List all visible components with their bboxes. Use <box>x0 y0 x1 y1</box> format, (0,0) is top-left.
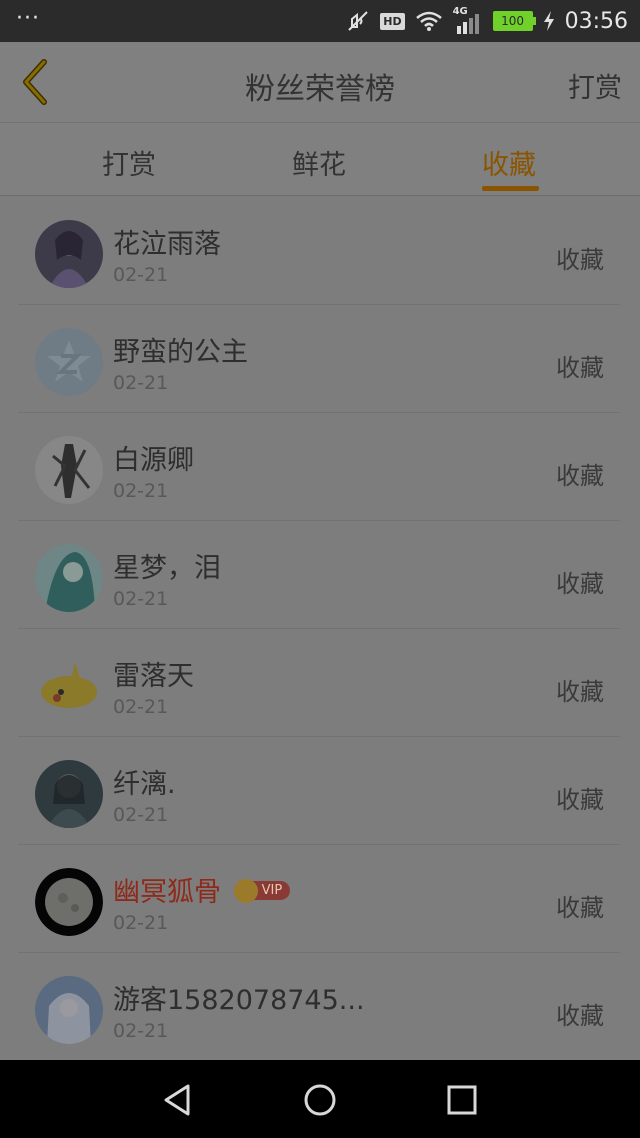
action-label: 收藏 <box>556 678 604 706</box>
date: 02-21 <box>113 264 169 286</box>
system-nav-bar <box>0 1060 640 1138</box>
fan-list: 花泣雨落 02-21 收藏 野蛮的公主 02-21 收藏 白源卿 02-21 收… <box>0 196 640 1060</box>
hd-icon: HD <box>380 12 405 30</box>
username: 白源卿 <box>113 445 194 476</box>
username: 雷落天 <box>113 661 194 692</box>
recents-square-icon <box>447 1085 477 1115</box>
action-label: 收藏 <box>556 894 604 922</box>
date: 02-21 <box>113 696 169 718</box>
avatar <box>35 220 103 288</box>
charging-icon <box>543 11 554 31</box>
list-item[interactable]: 游客1582078745... 02-21 收藏 <box>18 952 620 1060</box>
username-text: 幽冥狐骨 <box>113 877 221 908</box>
reward-button[interactable]: 打赏 <box>568 66 622 105</box>
crown-icon <box>233 878 258 903</box>
nav-home-button[interactable] <box>300 1080 340 1120</box>
home-circle-icon <box>304 1084 336 1116</box>
wifi-icon <box>415 11 442 31</box>
tab-flowers[interactable]: 鲜花 <box>292 143 346 182</box>
list-item[interactable]: 星梦，泪 02-21 收藏 <box>18 520 620 629</box>
list-item[interactable]: 白源卿 02-21 收藏 <box>18 412 620 521</box>
list-item[interactable]: 纤漓. 02-21 收藏 <box>18 736 620 845</box>
notification-overflow: ··· <box>16 6 40 31</box>
cellular-signal-icon: 4G <box>453 6 483 36</box>
action-label: 收藏 <box>556 786 604 814</box>
avatar <box>35 328 103 396</box>
username: 游客1582078745... <box>113 985 365 1016</box>
muted-vibrate-icon <box>348 11 368 31</box>
active-tab-indicator <box>482 186 539 191</box>
username: 野蛮的公主 <box>113 337 248 368</box>
action-label: 收藏 <box>556 246 604 274</box>
avatar <box>35 760 103 828</box>
list-item[interactable]: 花泣雨落 02-21 收藏 <box>18 196 620 305</box>
page-title: 粉丝荣誉榜 <box>245 72 395 107</box>
list-item[interactable]: 野蛮的公主 02-21 收藏 <box>18 304 620 413</box>
date: 02-21 <box>113 804 169 826</box>
app-header: 粉丝荣誉榜 打赏 <box>0 42 640 123</box>
date: 02-21 <box>113 480 169 502</box>
clock: 03:56 <box>564 8 628 34</box>
action-label: 收藏 <box>556 462 604 490</box>
date: 02-21 <box>113 1020 169 1042</box>
back-triangle-icon <box>164 1084 190 1116</box>
date: 02-21 <box>113 588 169 610</box>
tab-favorites[interactable]: 收藏 <box>482 143 536 182</box>
date: 02-21 <box>113 912 169 934</box>
nav-recents-button[interactable] <box>442 1080 482 1120</box>
battery-icon: 100 <box>492 11 536 31</box>
list-item[interactable]: 雷落天 02-21 收藏 <box>18 628 620 737</box>
username: 星梦，泪 <box>113 553 221 584</box>
avatar <box>35 976 103 1044</box>
username: 纤漓. <box>113 769 176 800</box>
tab-bar: 打赏 鲜花 收藏 <box>0 123 640 196</box>
action-label: 收藏 <box>556 1002 604 1030</box>
status-icons: HD 4G 100 03:56 <box>346 0 628 42</box>
action-label: 收藏 <box>556 570 604 598</box>
action-label: 收藏 <box>556 354 604 382</box>
avatar <box>35 544 103 612</box>
vip-badge: VIP <box>233 878 291 903</box>
avatar <box>35 652 103 720</box>
status-bar: ··· HD 4G 100 03:56 <box>0 0 640 42</box>
avatar <box>35 436 103 504</box>
list-item[interactable]: 幽冥狐骨 VIP 02-21 收藏 <box>18 844 620 953</box>
avatar <box>35 868 103 936</box>
nav-back-button[interactable] <box>158 1080 198 1120</box>
username: 花泣雨落 <box>113 229 221 260</box>
username: 幽冥狐骨 VIP <box>113 870 291 909</box>
tab-reward[interactable]: 打赏 <box>102 143 156 182</box>
date: 02-21 <box>113 372 169 394</box>
